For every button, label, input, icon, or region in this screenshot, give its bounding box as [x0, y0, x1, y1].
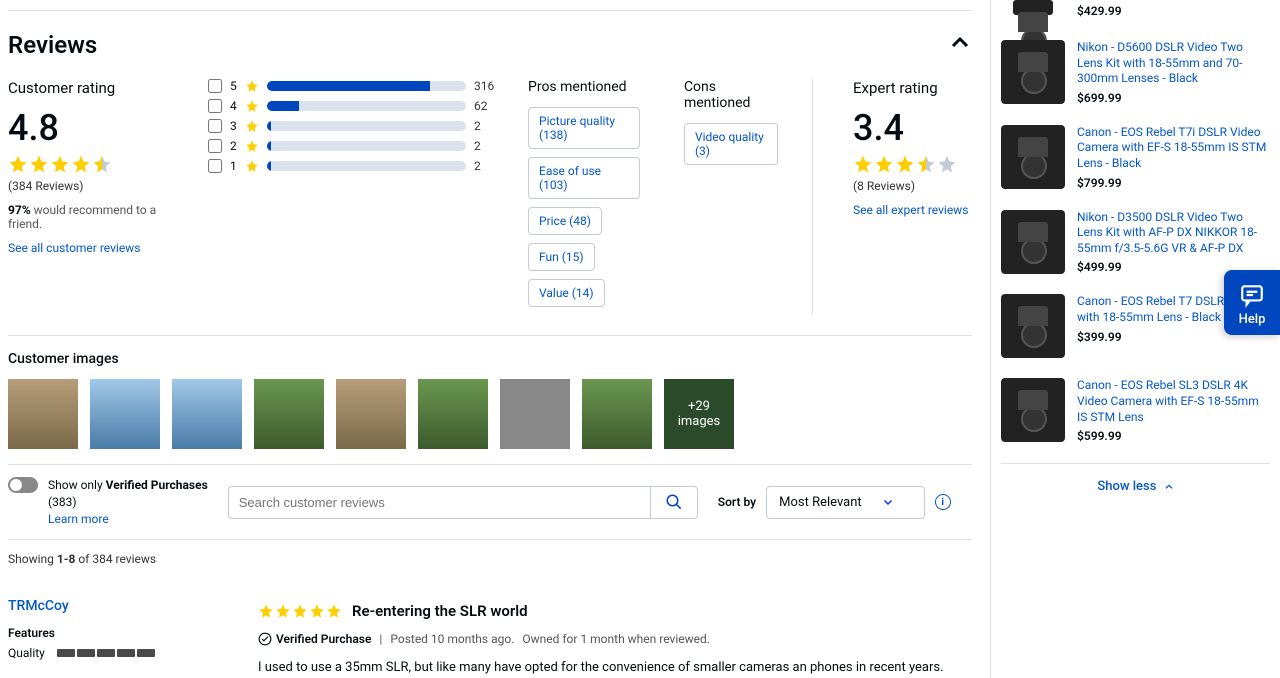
quality-bars [57, 649, 155, 657]
sort-info-icon[interactable]: i [935, 494, 951, 510]
customer-image-thumb[interactable] [336, 379, 406, 449]
search-reviews-button[interactable] [650, 486, 698, 519]
related-product[interactable]: Nikon - D5600 DSLR Video Two Lens Kit wi… [1001, 30, 1270, 115]
sort-by-label: Sort by [718, 495, 756, 509]
customer-images-label: Customer images [8, 351, 972, 367]
product-name: Canon - EOS Rebel T7i DSLR Video Camera … [1077, 125, 1270, 172]
showing-count: Showing 1-8 of 384 reviews [8, 539, 972, 578]
product-image [1001, 294, 1065, 358]
hist-row-5: 5316 [208, 79, 498, 93]
expert-rating-count: (8 Reviews) [853, 179, 972, 193]
product-price: $429.99 [1077, 4, 1270, 18]
product-image [1001, 125, 1065, 189]
pro-tag[interactable]: Picture quality (138) [528, 107, 640, 149]
related-products-sidebar: $429.99 Nikon - D5600 DSLR Video Two Len… [990, 0, 1280, 678]
review-author-link[interactable]: TRMcCoy [8, 598, 228, 614]
customer-rating-stars [8, 154, 178, 174]
con-tag[interactable]: Video quality (3) [684, 123, 778, 165]
collapse-icon[interactable] [948, 31, 972, 59]
hist-row-4: 462 [208, 99, 498, 113]
customer-rating-block: Customer rating 4.8 (384 Reviews) 97% wo… [8, 79, 178, 315]
product-price: $599.99 [1077, 429, 1270, 443]
quality-label: Quality [8, 646, 45, 660]
review-stars [258, 603, 342, 619]
related-product[interactable]: $429.99 [1001, 0, 1270, 30]
verified-toggle-label: Show only Verified Purchases (383) Learn… [48, 477, 208, 527]
chat-icon [1238, 282, 1266, 308]
hist-checkbox-5[interactable] [208, 79, 222, 93]
product-image [1001, 378, 1065, 442]
related-product[interactable]: Canon - EOS Rebel SL3 DSLR 4K Video Came… [1001, 368, 1270, 453]
search-reviews-input[interactable] [228, 486, 650, 519]
customer-image-thumb[interactable] [582, 379, 652, 449]
review-item: TRMcCoy Features Quality Re-entering the… [8, 578, 972, 678]
pro-tag[interactable]: Value (14) [528, 279, 605, 307]
see-all-reviews-link[interactable]: See all customer reviews [8, 241, 178, 255]
pros-label: Pros mentioned [528, 79, 644, 95]
expert-rating-label: Expert rating [853, 79, 972, 97]
hist-checkbox-3[interactable] [208, 119, 222, 133]
search-icon [665, 493, 683, 511]
expert-rating-block: Expert rating 3.4 (8 Reviews) See all ex… [812, 79, 972, 315]
product-name: Canon - EOS Rebel SL3 DSLR 4K Video Came… [1077, 378, 1270, 425]
product-image [1001, 40, 1065, 104]
hist-checkbox-4[interactable] [208, 99, 222, 113]
pros-column: Pros mentioned Picture quality (138) Eas… [528, 79, 644, 315]
customer-rating-label: Customer rating [8, 79, 178, 97]
pro-tag[interactable]: Price (48) [528, 207, 602, 235]
review-owned: Owned for 1 month when reviewed. [522, 632, 710, 646]
product-name: Nikon - D5600 DSLR Video Two Lens Kit wi… [1077, 40, 1270, 87]
hist-row-1: 12 [208, 159, 498, 173]
checkmark-circle-icon [258, 632, 272, 646]
customer-images-section: Customer images +29images [8, 335, 972, 464]
verified-purchases-toggle[interactable] [8, 477, 38, 493]
review-title: Re-entering the SLR world [352, 602, 528, 620]
recommend-text: 97% would recommend to a friend. [8, 203, 178, 231]
cons-column: Cons mentioned Video quality (3) [684, 79, 782, 315]
features-label: Features [8, 626, 228, 640]
learn-more-link[interactable]: Learn more [48, 512, 109, 526]
reviews-section-header: Reviews [8, 10, 972, 69]
hist-row-2: 22 [208, 139, 498, 153]
customer-image-thumb[interactable] [418, 379, 488, 449]
more-images-button[interactable]: +29images [664, 379, 734, 449]
customer-rating-count: (384 Reviews) [8, 179, 178, 193]
expert-rating-value: 3.4 [853, 107, 972, 149]
customer-image-thumb[interactable] [172, 379, 242, 449]
product-image [1001, 0, 1065, 20]
show-less-button[interactable]: Show less [1001, 463, 1270, 509]
customer-image-thumb[interactable] [254, 379, 324, 449]
verified-badge: Verified Purchase [258, 632, 371, 646]
customer-rating-value: 4.8 [8, 107, 178, 149]
cons-label: Cons mentioned [684, 79, 782, 111]
expert-rating-stars [853, 154, 972, 174]
product-price: $799.99 [1077, 176, 1270, 190]
hist-checkbox-1[interactable] [208, 159, 222, 173]
reviews-heading: Reviews [8, 31, 97, 59]
pro-tag[interactable]: Fun (15) [528, 243, 595, 271]
customer-image-thumb[interactable] [8, 379, 78, 449]
review-posted: Posted 10 months ago. [390, 632, 514, 646]
product-price: $699.99 [1077, 91, 1270, 105]
customer-image-thumb[interactable] [500, 379, 570, 449]
sort-select[interactable]: Most Relevant [766, 486, 925, 519]
chevron-down-icon [882, 496, 894, 508]
product-image [1001, 210, 1065, 274]
see-expert-reviews-link[interactable]: See all expert reviews [853, 203, 972, 217]
hist-row-3: 32 [208, 119, 498, 133]
customer-image-thumb[interactable] [90, 379, 160, 449]
pro-tag[interactable]: Ease of use (103) [528, 157, 640, 199]
related-product[interactable]: Canon - EOS Rebel T7i DSLR Video Camera … [1001, 115, 1270, 200]
help-button[interactable]: Help [1224, 270, 1280, 335]
rating-histogram: 5316 462 32 22 12 [208, 79, 498, 315]
review-filter-bar: Show only Verified Purchases (383) Learn… [8, 464, 972, 539]
review-body-text: I used to use a 35mm SLR, but like many … [258, 658, 972, 678]
hist-checkbox-2[interactable] [208, 139, 222, 153]
product-name: Nikon - D3500 DSLR Video Two Lens Kit wi… [1077, 210, 1270, 257]
chevron-up-icon [1164, 482, 1174, 492]
